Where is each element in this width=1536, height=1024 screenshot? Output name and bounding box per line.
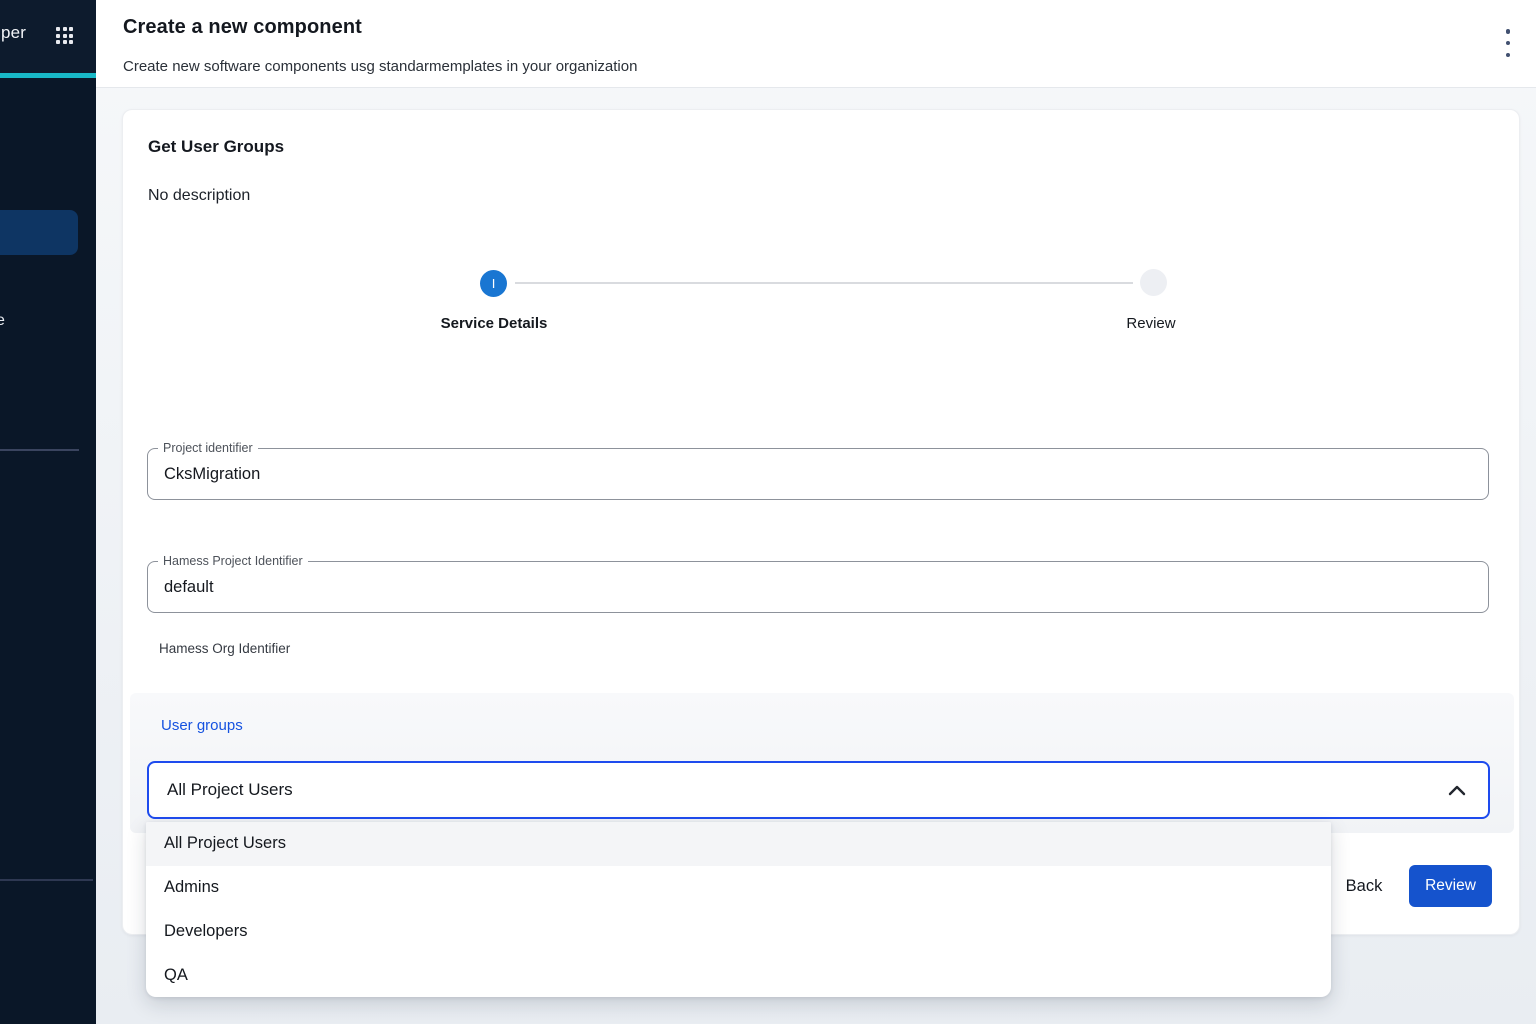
dropdown-option-developers[interactable]: Developers <box>146 910 1331 954</box>
user-groups-dropdown: All Project Users Admins Developers QA <box>146 822 1331 997</box>
stepper-step-1-indicator[interactable]: I <box>480 270 507 297</box>
harness-project-identifier-field: Hamess Project Identifier <box>147 561 1489 613</box>
dropdown-option-admins[interactable]: Admins <box>146 866 1331 910</box>
stepper-step-2-indicator[interactable] <box>1140 269 1167 296</box>
sidebar-header: lper <box>0 0 96 73</box>
stepper-connector <box>515 282 1133 284</box>
sidebar-item-label-fragment[interactable]: e <box>0 312 5 330</box>
project-identifier-input[interactable] <box>148 449 1488 499</box>
user-groups-select-value: All Project Users <box>167 780 293 800</box>
template-form-card: Get User Groups No description I Service… <box>122 109 1520 935</box>
stepper-step-1-label: Service Details <box>394 315 594 332</box>
sidebar-accent-line <box>0 73 96 78</box>
user-groups-link[interactable]: User groups <box>161 717 243 734</box>
brand-text-fragment: lper <box>0 23 26 43</box>
card-title: Get User Groups <box>148 137 284 157</box>
apps-grid-icon[interactable] <box>56 27 76 47</box>
page-subtitle: Create new software components usg stand… <box>123 58 637 75</box>
back-button[interactable]: Back <box>1333 865 1395 907</box>
sidebar-item-selected[interactable] <box>0 210 78 255</box>
dropdown-option-all-project-users[interactable]: All Project Users <box>146 822 1331 866</box>
stepper-step-2-label: Review <box>1051 315 1251 332</box>
project-identifier-field: Project identifier <box>147 448 1489 500</box>
harness-org-identifier-label: Hamess Org Identifier <box>159 641 290 656</box>
dropdown-option-qa[interactable]: QA <box>146 953 1331 997</box>
sidebar-divider <box>0 449 79 451</box>
sidebar: lper e <box>0 0 96 1024</box>
review-button[interactable]: Review <box>1409 865 1492 907</box>
page-title: Create a new component <box>123 16 362 39</box>
sidebar-divider <box>0 879 93 881</box>
chevron-up-icon <box>1448 784 1466 796</box>
page-header: Create a new component Create new softwa… <box>96 0 1536 88</box>
harness-project-identifier-input[interactable] <box>148 562 1488 612</box>
card-description: No description <box>148 187 250 205</box>
user-groups-select[interactable]: All Project Users <box>147 761 1490 819</box>
kebab-menu-icon[interactable] <box>1504 29 1512 57</box>
